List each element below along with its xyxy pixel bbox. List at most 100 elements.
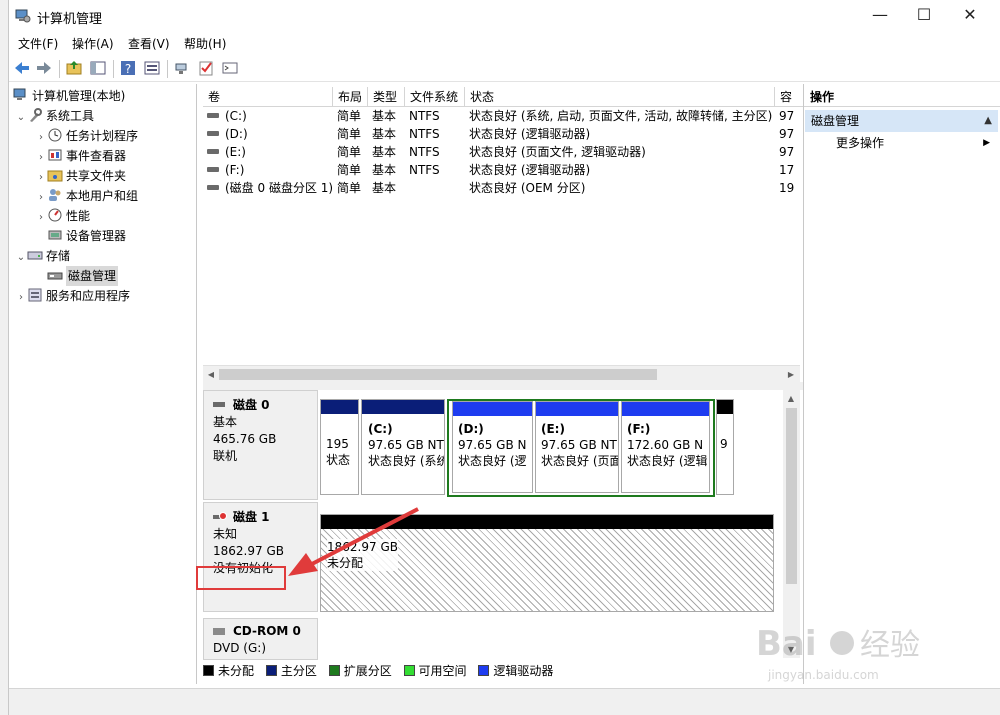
disk-kind: 基本	[213, 415, 238, 429]
partition-c[interactable]: (C:) 97.65 GB NT 状态良好 (系统	[361, 399, 445, 495]
cell-volume: (E:)	[203, 143, 333, 161]
console-icon[interactable]	[221, 59, 239, 77]
tree-item-device-manager[interactable]: 设备管理器	[47, 226, 126, 246]
menu-file[interactable]: 文件(F)	[18, 35, 58, 52]
menu-help[interactable]: 帮助(H)	[184, 35, 226, 52]
scroll-left-icon[interactable]: ◀	[203, 366, 219, 383]
table-row[interactable]: (C:) 简单 基本 NTFS 状态良好 (系统, 启动, 页面文件, 活动, …	[203, 107, 803, 125]
cdrom-icon	[213, 628, 225, 635]
legend-extended: 扩展分区	[328, 660, 392, 682]
tree-item-storage[interactable]: ⌄ 存储	[15, 246, 70, 266]
chevron-right-icon[interactable]: ›	[35, 208, 47, 228]
maximize-button[interactable]: ☐	[901, 0, 947, 30]
cell-status: 状态良好 (系统, 启动, 页面文件, 活动, 故障转储, 主分区)	[469, 109, 773, 123]
tree-item-system-tools[interactable]: ⌄ 系统工具	[15, 106, 94, 126]
tree-item-shared-folders[interactable]: › 共享文件夹	[35, 166, 126, 186]
partition-status: 状态良好 (逻	[458, 454, 527, 468]
tree-item-computer-management[interactable]: 计算机管理(本地)	[13, 86, 125, 106]
shared-folder-icon	[47, 167, 63, 183]
cdrom-label[interactable]: CD-ROM 0 DVD (G:)	[203, 618, 318, 660]
scroll-right-icon[interactable]: ▶	[783, 366, 799, 383]
tree-item-services-apps[interactable]: › 服务和应用程序	[15, 286, 130, 306]
tree-item-event-viewer[interactable]: › 事件查看器	[35, 146, 126, 166]
chevron-right-icon[interactable]: ›	[35, 128, 47, 148]
partition-status: 状态	[326, 453, 351, 467]
partition-f[interactable]: (F:) 172.60 GB N 状态良好 (逻辑	[621, 401, 710, 493]
users-icon	[47, 187, 63, 203]
column-header-status[interactable]: 状态	[465, 87, 775, 107]
scrollbar-thumb[interactable]	[786, 408, 797, 584]
column-header-type[interactable]: 类型	[368, 87, 405, 107]
navigation-tree: 计算机管理(本地) ⌄ 系统工具 › 任务计划程序 › 事件查看器 › 共享文件夹 › 本…	[9, 84, 197, 684]
chevron-down-icon[interactable]: ⌄	[15, 108, 27, 128]
disk-management-pane: 卷 布局 类型 文件系统 状态 容 (C:) 简单 基本 NTFS 状态良好 (…	[203, 84, 803, 684]
column-header-volume[interactable]: 卷	[203, 87, 333, 107]
chevron-right-icon[interactable]: ›	[15, 288, 27, 308]
column-header-filesystem[interactable]: 文件系统	[405, 87, 465, 107]
cell-layout: 简单	[337, 181, 362, 195]
show-hide-tree-icon[interactable]	[89, 59, 107, 77]
connect-icon[interactable]	[173, 59, 191, 77]
check-icon[interactable]	[197, 59, 215, 77]
actions-pane: 操作 磁盘管理 ▲ 更多操作 ▶	[803, 84, 1000, 684]
partition-d[interactable]: (D:) 97.65 GB N 状态良好 (逻	[452, 401, 533, 493]
drive-icon	[207, 149, 219, 154]
properties-icon[interactable]	[143, 59, 161, 77]
legend-swatch	[478, 665, 490, 676]
menu-view[interactable]: 查看(V)	[128, 35, 170, 52]
cell-status: 状态良好 (逻辑驱动器)	[469, 127, 591, 141]
cell-type: 基本	[372, 163, 397, 177]
tree-item-local-users[interactable]: › 本地用户和组	[35, 186, 138, 206]
partition-name: (E:)	[541, 422, 565, 436]
collapse-up-icon[interactable]: ▲	[984, 110, 992, 132]
chevron-down-icon[interactable]: ⌄	[15, 248, 27, 268]
partition-e[interactable]: (E:) 97.65 GB NT 状态良好 (页面	[535, 401, 619, 493]
column-header-capacity[interactable]: 容	[775, 87, 803, 107]
column-header-layout[interactable]: 布局	[333, 87, 368, 107]
forward-arrow-icon[interactable]	[35, 59, 53, 77]
menu-action[interactable]: 操作(A)	[72, 35, 114, 52]
legend-free-space: 可用空间	[403, 660, 467, 682]
table-row[interactable]: (F:) 简单 基本 NTFS 状态良好 (逻辑驱动器) 17	[203, 161, 803, 179]
logical-drive-bar	[622, 402, 709, 416]
cell-filesystem: NTFS	[409, 145, 440, 159]
table-row[interactable]: (D:) 简单 基本 NTFS 状态良好 (逻辑驱动器) 97	[203, 125, 803, 143]
partition-oem[interactable]: 195 状态	[320, 399, 359, 495]
partition-status: 状态良好 (页面	[541, 454, 619, 468]
actions-group-disk-management[interactable]: 磁盘管理 ▲	[805, 110, 998, 132]
more-actions-item[interactable]: 更多操作 ▶	[804, 132, 998, 154]
tree-item-performance[interactable]: › 性能	[35, 206, 90, 226]
horizontal-scrollbar[interactable]: ◀ ▶	[203, 365, 800, 382]
partition-size: 172.60 GB N	[627, 438, 704, 452]
device-manager-icon	[47, 227, 63, 243]
back-arrow-icon[interactable]	[13, 59, 31, 77]
cell-capacity: 19	[779, 181, 795, 195]
logical-drive-bar	[536, 402, 618, 416]
disk-name: CD-ROM 0	[233, 624, 301, 638]
partition-last[interactable]: 9	[716, 399, 734, 495]
chevron-right-icon[interactable]: ›	[35, 188, 47, 208]
up-folder-icon[interactable]	[65, 59, 83, 77]
table-row[interactable]: (磁盘 0 磁盘分区 1) 简单 基本 状态良好 (OEM 分区) 19	[203, 179, 803, 197]
disk-state: 联机	[213, 449, 238, 463]
close-button[interactable]: ✕	[947, 0, 993, 30]
help-icon[interactable]: ?	[119, 59, 137, 77]
tree-item-task-scheduler[interactable]: › 任务计划程序	[35, 126, 138, 146]
drive-icon	[207, 113, 219, 118]
annotation-arrow-icon	[288, 507, 419, 576]
more-actions-label: 更多操作	[836, 136, 885, 150]
svg-text:?: ?	[125, 62, 131, 76]
svg-text:经验: 经验	[860, 628, 920, 663]
chevron-right-icon[interactable]: ›	[35, 148, 47, 168]
scrollbar-thumb[interactable]	[219, 369, 657, 380]
scroll-up-icon[interactable]: ▲	[783, 390, 799, 407]
actions-group-label: 磁盘管理	[811, 114, 860, 128]
baidu-watermark-logo: Bai 经验 jingyan.baidu.com	[756, 624, 920, 682]
tree-item-disk-management[interactable]: 磁盘管理	[47, 266, 119, 286]
minimize-button[interactable]: —	[857, 0, 903, 30]
pane-splitter[interactable]	[203, 382, 803, 390]
chevron-right-icon[interactable]: ›	[35, 168, 47, 188]
disk-0-label[interactable]: 磁盘 0 基本 465.76 GB 联机	[203, 390, 318, 500]
table-row[interactable]: (E:) 简单 基本 NTFS 状态良好 (页面文件, 逻辑驱动器) 97	[203, 143, 803, 161]
primary-partition-bar	[321, 400, 358, 414]
